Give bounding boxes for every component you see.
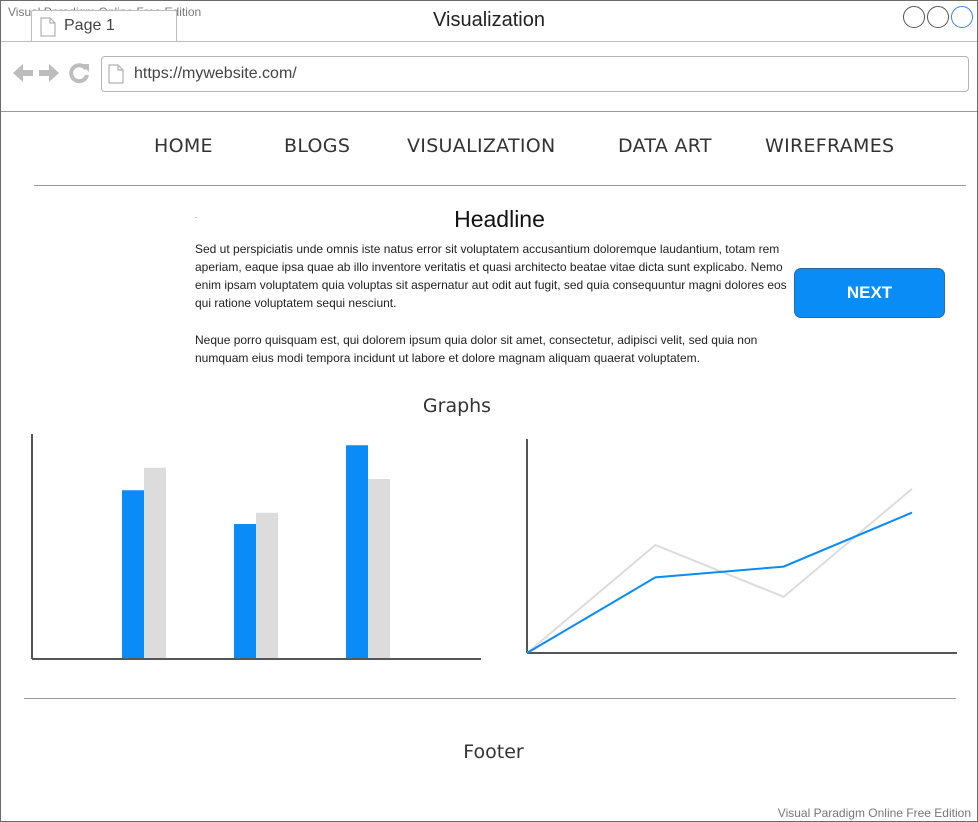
bar-s1-1	[256, 512, 278, 659]
address-bar[interactable]: https://mywebsite.com/	[101, 56, 969, 92]
tab-divider	[1, 41, 977, 42]
bar-chart	[31, 434, 481, 660]
footer-divider	[24, 698, 956, 699]
nav-blogs[interactable]: BLOGS	[284, 135, 350, 157]
body-paragraph-2: Neque porro quisquam est, qui dolorem ip…	[195, 333, 758, 365]
window-controls	[903, 6, 973, 28]
bar-s1-2	[368, 479, 390, 659]
watermark-bottom: Visual Paradigm Online Free Edition	[777, 806, 971, 820]
forward-arrow-icon[interactable]	[37, 61, 61, 90]
close-button[interactable]	[951, 6, 973, 28]
browser-navigation	[11, 61, 91, 90]
maximize-button[interactable]	[927, 6, 949, 28]
bar-s0-0	[122, 490, 144, 659]
back-arrow-icon[interactable]	[11, 61, 35, 90]
headline: Headline	[454, 206, 545, 232]
bar-s0-2	[346, 445, 368, 659]
graphs-title: Graphs	[422, 395, 492, 417]
bar-s0-1	[234, 524, 256, 659]
nav-data-art[interactable]: DATA ART	[618, 135, 712, 157]
refresh-icon[interactable]	[67, 61, 91, 90]
minimize-button[interactable]	[903, 6, 925, 28]
footer: Footer	[463, 741, 524, 763]
bar-s1-0	[144, 467, 166, 659]
line-chart	[526, 439, 957, 654]
nav-divider	[34, 185, 966, 186]
chrome-divider	[1, 111, 977, 112]
next-button[interactable]: NEXT	[794, 268, 945, 318]
url-text[interactable]: https://mywebsite.com/	[134, 65, 297, 83]
browser-window: Visual Paradigm Online Free Edition Page…	[0, 0, 978, 822]
nav-visualization[interactable]: VISUALIZATION	[407, 135, 556, 157]
line-series-0	[526, 511, 913, 654]
window-title: Visualization	[433, 9, 545, 31]
nav-wireframes[interactable]: WIREFRAMES	[765, 135, 894, 157]
body-paragraph-1: Sed ut perspiciatis unde omnis iste natu…	[195, 242, 787, 310]
line-series-1	[526, 488, 913, 654]
page-icon	[108, 64, 124, 89]
nav-home[interactable]: HOME	[154, 135, 213, 157]
